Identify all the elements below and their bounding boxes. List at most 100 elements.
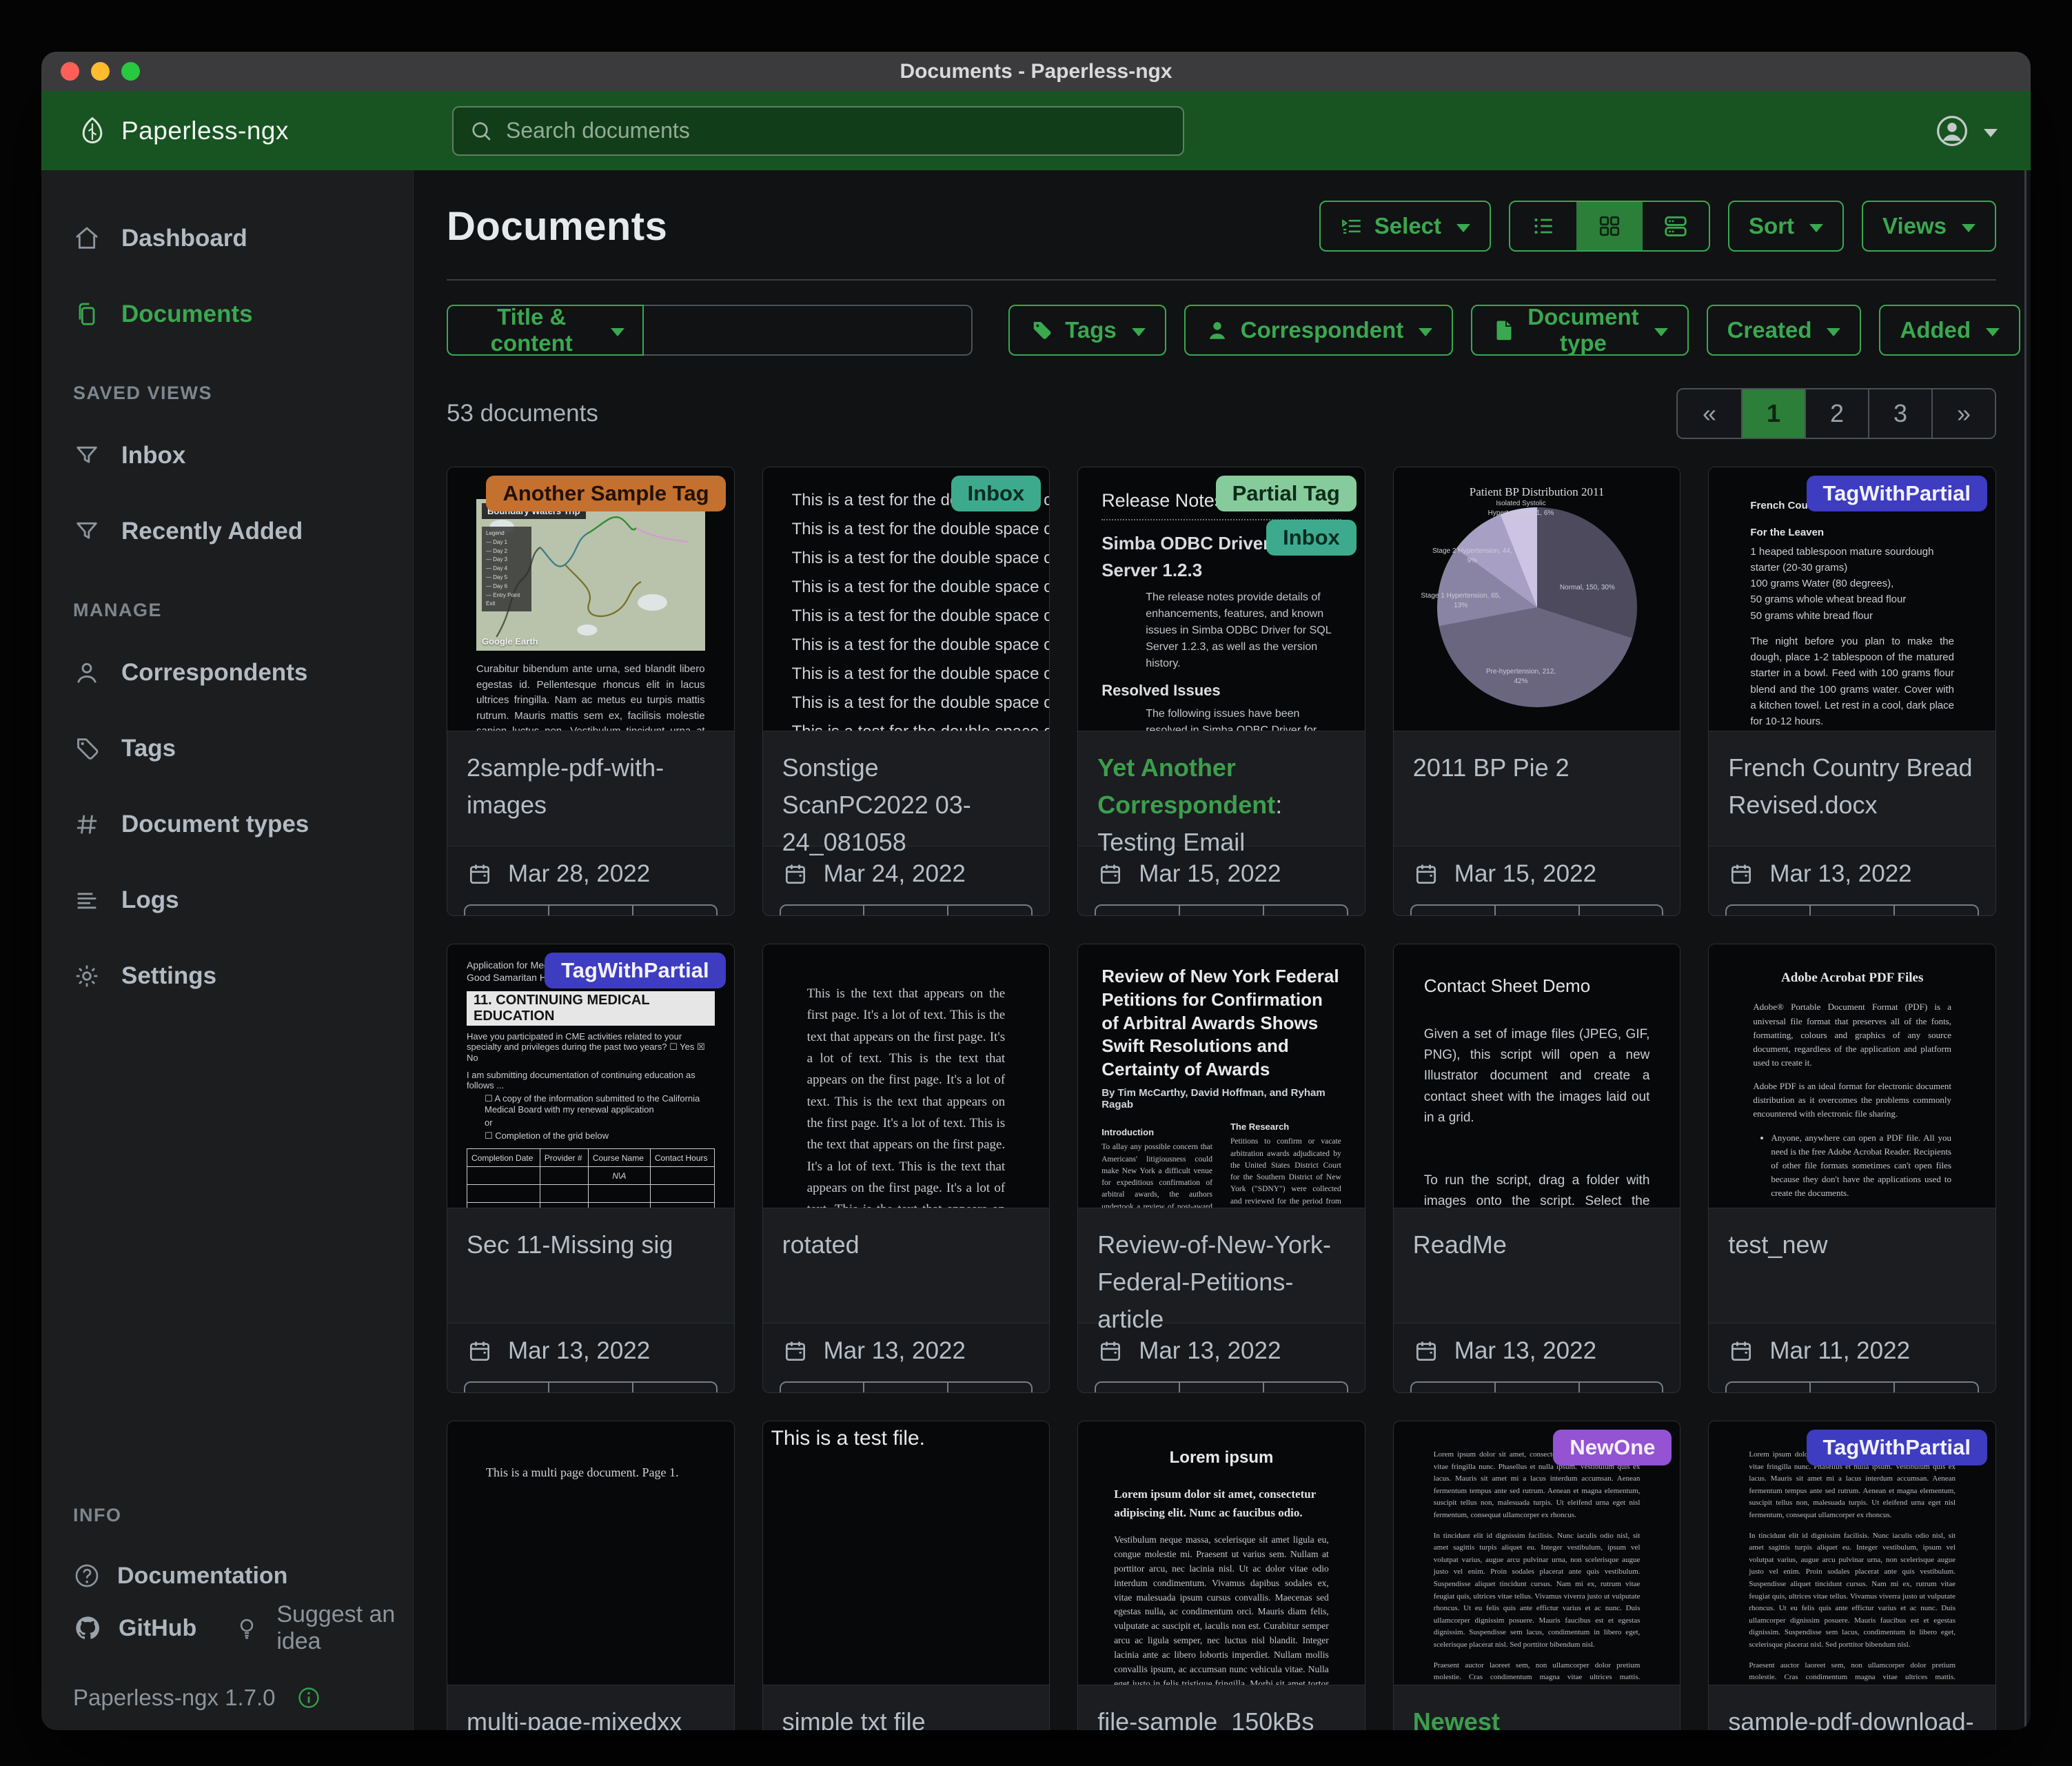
edit-document-button[interactable] <box>780 904 865 916</box>
edit-document-button[interactable] <box>1725 1381 1811 1393</box>
view-document-button[interactable] <box>1811 904 1895 916</box>
tag-badge[interactable]: Inbox <box>1266 520 1357 556</box>
document-title[interactable]: ReadMe <box>1413 1226 1661 1263</box>
document-correspondent-link[interactable]: Newest Correspondent <box>1413 1707 1591 1730</box>
document-thumbnail[interactable]: This is a test file. <box>763 1421 1050 1685</box>
document-title[interactable]: rotated <box>782 1226 1030 1263</box>
search-box[interactable] <box>452 106 1184 156</box>
created-filter-button[interactable]: Created <box>1707 305 1862 356</box>
view-grid-button[interactable] <box>1576 202 1643 250</box>
document-title[interactable]: 2011 BP Pie 2 <box>1413 749 1661 786</box>
view-list-button[interactable] <box>1510 202 1576 250</box>
tag-badge[interactable]: TagWithPartial <box>545 953 725 988</box>
view-document-button[interactable] <box>1496 1381 1580 1393</box>
document-thumbnail[interactable]: Lorem ipsum dolor sit amet, consectetur … <box>1394 1421 1680 1685</box>
document-title[interactable]: 2sample-pdf-with-images <box>467 749 715 824</box>
download-document-button[interactable] <box>1580 1381 1664 1393</box>
pagination-prev-button[interactable]: « <box>1678 389 1741 438</box>
download-document-button[interactable] <box>633 1381 718 1393</box>
document-title[interactable]: Review-of-New-York-Federal-Petitions-art… <box>1097 1226 1345 1338</box>
document-title[interactable]: Sonstige ScanPC2022 03-24_081058 <box>782 749 1030 861</box>
title-content-filter-input[interactable] <box>644 305 973 356</box>
sidebar-item-suggest-idea[interactable]: Suggest an idea <box>196 1602 413 1654</box>
document-thumbnail[interactable]: Adobe Acrobat PDF FilesAdobe® Portable D… <box>1709 944 1995 1208</box>
sidebar-item-documents[interactable]: Documents <box>41 286 413 343</box>
download-document-button[interactable] <box>633 904 718 916</box>
document-thumbnail[interactable]: Lorem ipsum dolor sit amet, consectetur … <box>1709 1421 1995 1685</box>
title-content-filter-button[interactable]: Title & content <box>447 305 644 356</box>
search-input[interactable] <box>506 118 1168 143</box>
document-correspondent-link[interactable]: Yet Another Correspondent <box>1097 753 1275 819</box>
pagination-page-3[interactable]: 3 <box>1868 389 1931 438</box>
download-document-button[interactable] <box>1895 1381 1979 1393</box>
document-thumbnail[interactable]: Lorem ipsumLorem ipsum dolor sit amet, c… <box>1078 1421 1365 1685</box>
document-thumbnail[interactable]: Contact Sheet DemoGiven a set of image f… <box>1394 944 1680 1208</box>
download-document-button[interactable] <box>1264 1381 1348 1393</box>
document-thumbnail[interactable]: Release NotesSimba ODBC Driver for SQL S… <box>1078 467 1365 731</box>
document-title[interactable]: French Country Bread Revised.docx <box>1728 749 1976 824</box>
sidebar-item-dashboard[interactable]: Dashboard <box>41 210 413 267</box>
sidebar-item-logs[interactable]: Logs <box>41 872 413 928</box>
document-thumbnail[interactable]: This is a multi page document. Page 1. <box>447 1421 734 1685</box>
document-title[interactable]: sample-pdf-download-10-mb-longer-title <box>1728 1703 1976 1730</box>
document-title[interactable]: Yet Another Correspondent: Testing Email <box>1097 749 1345 861</box>
download-document-button[interactable] <box>1264 904 1348 916</box>
tag-badge[interactable]: Another Sample Tag <box>486 476 725 511</box>
pagination-page-2[interactable]: 2 <box>1805 389 1868 438</box>
view-document-button[interactable] <box>864 904 948 916</box>
sidebar-item-correspondents[interactable]: Correspondents <box>41 645 413 701</box>
document-title[interactable]: Sec 11-Missing sig <box>467 1226 715 1263</box>
sidebar-item-recently-added[interactable]: Recently Added <box>41 503 413 560</box>
user-menu-caret-icon[interactable] <box>1984 129 1998 137</box>
edit-document-button[interactable] <box>1095 904 1180 916</box>
version-info-icon[interactable] <box>296 1685 321 1710</box>
scrollbar-track[interactable] <box>2024 170 2027 1730</box>
download-document-button[interactable] <box>948 1381 1033 1393</box>
tags-filter-button[interactable]: Tags <box>1008 305 1166 356</box>
tag-badge[interactable]: Partial Tag <box>1216 476 1357 511</box>
document-title[interactable]: multi-page-mixedxx <box>467 1703 715 1730</box>
pagination-next-button[interactable]: » <box>1931 389 1995 438</box>
sidebar-item-inbox[interactable]: Inbox <box>41 427 413 484</box>
brand[interactable]: Paperless-ngx <box>41 113 414 149</box>
edit-document-button[interactable] <box>1410 904 1496 916</box>
tag-badge[interactable]: NewOne <box>1553 1430 1672 1465</box>
views-button[interactable]: Views <box>1862 201 1996 252</box>
edit-document-button[interactable] <box>1725 904 1811 916</box>
document-thumbnail[interactable]: Review of New York Federal Petitions for… <box>1078 944 1365 1208</box>
correspondent-filter-button[interactable]: Correspondent <box>1184 305 1454 356</box>
document-thumbnail[interactable]: This is the text that appears on the fir… <box>763 944 1050 1208</box>
sort-button[interactable]: Sort <box>1728 201 1844 252</box>
select-button[interactable]: Select <box>1319 201 1491 252</box>
document-title[interactable]: test_new <box>1728 1226 1976 1263</box>
tag-badge[interactable]: TagWithPartial <box>1807 476 1987 511</box>
edit-document-button[interactable] <box>1410 1381 1496 1393</box>
document-title[interactable]: simple txt file <box>782 1703 1030 1730</box>
sidebar-item-documentation[interactable]: Documentation <box>41 1550 413 1602</box>
sidebar-item-github[interactable]: GitHub <box>41 1602 196 1654</box>
document-thumbnail[interactable]: This is a test for the double space char… <box>763 467 1050 731</box>
view-document-button[interactable] <box>1180 1381 1264 1393</box>
view-document-button[interactable] <box>864 1381 948 1393</box>
sidebar-item-tags[interactable]: Tags <box>41 720 413 777</box>
document-thumbnail[interactable]: Boundary Waters TripLegend— Day 1— Day 2… <box>447 467 734 731</box>
tag-badge[interactable]: Inbox <box>951 476 1042 511</box>
sidebar-item-document-types[interactable]: Document types <box>41 796 413 853</box>
document-thumbnail[interactable]: Application for Medical Staff Membership… <box>447 944 734 1208</box>
view-document-button[interactable] <box>1811 1381 1895 1393</box>
view-document-button[interactable] <box>549 904 633 916</box>
sidebar-item-settings[interactable]: Settings <box>41 948 413 1004</box>
view-document-button[interactable] <box>549 1381 633 1393</box>
document-type-filter-button[interactable]: Document type <box>1471 305 1688 356</box>
user-avatar-icon[interactable] <box>1934 113 1970 149</box>
document-thumbnail[interactable]: Patient BP Distribution 2011Normal, 150,… <box>1394 467 1680 731</box>
edit-document-button[interactable] <box>780 1381 865 1393</box>
view-detail-button[interactable] <box>1643 202 1709 250</box>
download-document-button[interactable] <box>1895 904 1979 916</box>
document-title[interactable]: Newest Correspondent: f_combineds <box>1413 1703 1661 1730</box>
view-document-button[interactable] <box>1496 904 1580 916</box>
edit-document-button[interactable] <box>1095 1381 1180 1393</box>
edit-document-button[interactable] <box>464 904 549 916</box>
document-title[interactable]: file-sample_150kBs <box>1097 1703 1345 1730</box>
document-thumbnail[interactable]: French Country BreadFor the Leaven1 heap… <box>1709 467 1995 731</box>
